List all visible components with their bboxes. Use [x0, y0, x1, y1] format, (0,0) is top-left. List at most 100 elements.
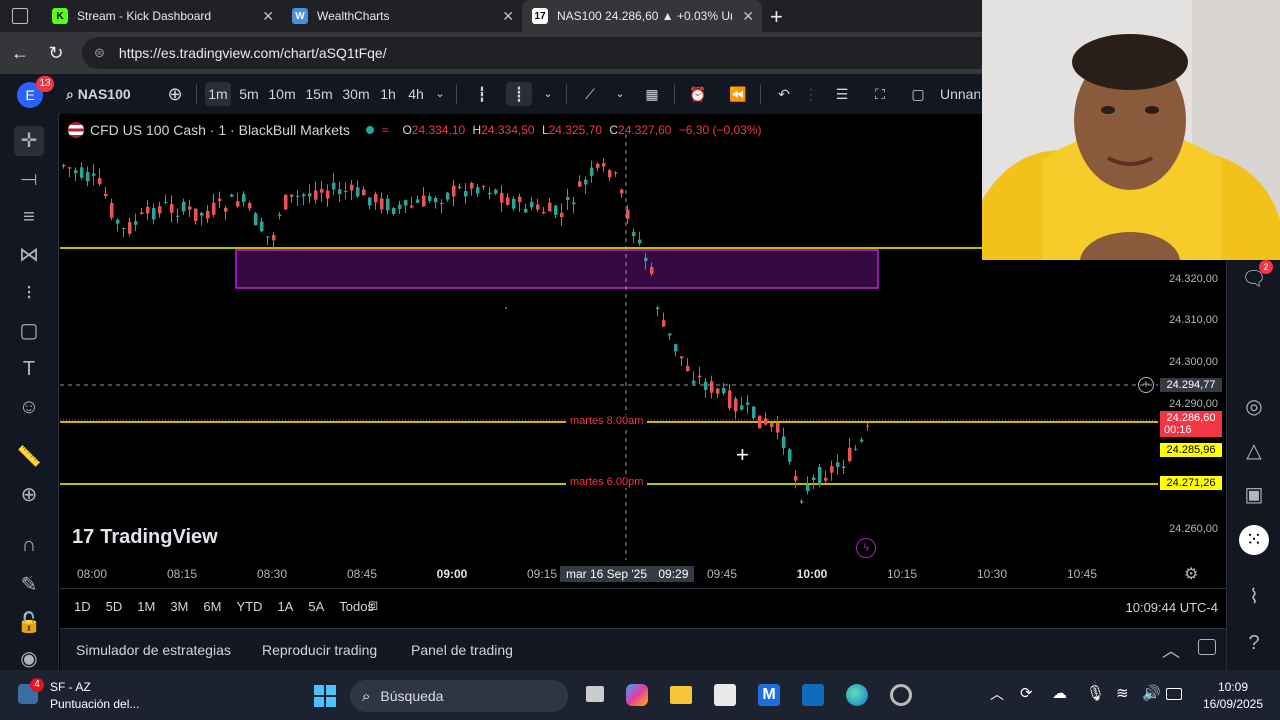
interval-1m[interactable]: 1m: [205, 82, 231, 106]
range-button-1d[interactable]: 1D: [74, 599, 91, 614]
indicators-icon[interactable]: ⟋: [578, 82, 602, 106]
fullscreen-icon[interactable]: ⛶: [868, 82, 892, 106]
ideas-icon[interactable]: △: [1239, 436, 1269, 466]
taskbar-search[interactable]: ⌕ Búsqueda: [350, 680, 568, 712]
interval-5m[interactable]: 5m: [236, 82, 262, 106]
wifi-icon[interactable]: ≋: [1116, 684, 1129, 702]
tab-strategy-tester[interactable]: Simulador de estrategias: [76, 642, 231, 658]
candle-body: [98, 178, 102, 184]
lock-drawing-icon[interactable]: ✎: [14, 570, 44, 600]
interval-dropdown-chevron-down-icon[interactable]: ⌄: [432, 82, 448, 106]
taskbar-date[interactable]: 16/09/2025: [1198, 697, 1268, 711]
drag-handle-icon[interactable]: ⋮: [804, 82, 818, 106]
ruler-icon[interactable]: 📏: [14, 442, 44, 472]
back-arrow-icon[interactable]: ←: [8, 41, 32, 65]
task-view-icon[interactable]: [586, 686, 604, 702]
sync-icon[interactable]: ⟳: [1020, 684, 1033, 702]
compare-symbol-button[interactable]: ⊕: [164, 82, 186, 106]
layout-square-icon[interactable]: ▢: [906, 82, 930, 106]
candle-body: [608, 170, 612, 178]
candles-style-icon[interactable]: ┋: [506, 82, 532, 106]
taskbar-time[interactable]: 10:09: [1198, 680, 1268, 694]
collapse-chevron-up-icon[interactable]: ︿: [1162, 637, 1180, 663]
fib-lines-icon[interactable]: ≡: [14, 202, 44, 232]
templates-grid-icon[interactable]: ▦: [640, 82, 664, 106]
target-icon[interactable]: ◎: [1239, 392, 1269, 422]
maximize-panel-icon[interactable]: [1198, 639, 1216, 655]
trend-line-icon[interactable]: ⟞: [14, 164, 44, 194]
layout-name[interactable]: Unnan: [940, 82, 980, 106]
volume-icon[interactable]: 🔊: [1142, 684, 1161, 702]
outlook-icon[interactable]: [802, 684, 824, 706]
site-info-icon[interactable]: ⊜: [94, 45, 105, 61]
browser-tab-tradingview[interactable]: 17 NAS100 24.286,60 ▲ +0.03% Unna ✕: [522, 0, 762, 32]
tab-trading-replay[interactable]: Reproducir trading: [262, 642, 377, 658]
projection-icon[interactable]: ⁝: [14, 278, 44, 308]
text-tool-icon[interactable]: T: [14, 354, 44, 384]
chart-type-chevron-down-icon[interactable]: ⌄: [540, 82, 556, 106]
undo-icon[interactable]: ↶: [772, 82, 796, 106]
shapes-icon[interactable]: ▢: [14, 316, 44, 346]
lock-icon[interactable]: 🔓: [14, 608, 44, 638]
app-blue-icon[interactable]: M: [758, 684, 780, 706]
battery-icon[interactable]: [1166, 688, 1182, 700]
url-field[interactable]: ⊜ https://es.tradingview.com/chart/aSQ1t…: [82, 37, 1082, 69]
search-icon: ⌕: [66, 86, 74, 102]
range-button-3m[interactable]: 3M: [170, 599, 188, 614]
replay-icon[interactable]: ⏪: [726, 82, 750, 106]
lightning-icon[interactable]: ϟ: [856, 538, 876, 558]
interval-4h[interactable]: 4h: [404, 82, 428, 106]
range-button-5a[interactable]: 5A: [308, 599, 324, 614]
range-button-5d[interactable]: 5D: [106, 599, 123, 614]
close-tab-icon[interactable]: ✕: [742, 8, 754, 25]
browser-tab-wealthcharts[interactable]: W WealthCharts ✕: [282, 0, 522, 32]
time-axis[interactable]: 08:00 08:15 08:30 08:45 09:00 09:15 09:45 10:00…: [60, 560, 1226, 588]
close-tab-icon[interactable]: ✕: [262, 8, 274, 25]
start-windows-icon[interactable]: [314, 685, 336, 707]
range-button-1a[interactable]: 1A: [277, 599, 293, 614]
pattern-icon[interactable]: ⋈: [14, 240, 44, 270]
edge-icon[interactable]: [846, 684, 868, 706]
hline-label-6pm[interactable]: martes 6.00pm: [566, 476, 648, 488]
add-alert-plus-icon[interactable]: +: [1138, 377, 1154, 393]
chevron-up-icon[interactable]: ︿: [990, 684, 1004, 704]
go-to-date-calendar-icon[interactable]: ⧈: [368, 597, 378, 615]
layout-icon[interactable]: ☰: [830, 82, 854, 106]
help-icon[interactable]: ?: [1239, 628, 1269, 658]
indicators-chevron-down-icon[interactable]: ⌄: [612, 82, 628, 106]
reload-icon[interactable]: ↻: [44, 41, 68, 65]
symbol-search-button[interactable]: ⌕ NAS100: [66, 82, 146, 106]
browser-window-icon[interactable]: [12, 8, 28, 24]
range-button-1m[interactable]: 1M: [137, 599, 155, 614]
microphone-icon[interactable]: 🎙: [1086, 684, 1105, 702]
alert-icon[interactable]: ⏰: [686, 82, 710, 106]
tab-trading-panel[interactable]: Panel de trading: [411, 642, 513, 658]
emoji-icon[interactable]: ☺: [14, 392, 44, 422]
candle-body: [746, 402, 750, 405]
range-button-ytd[interactable]: YTD: [236, 599, 262, 614]
file-explorer-icon[interactable]: [670, 686, 692, 704]
chrome-icon[interactable]: [890, 684, 912, 706]
interval-1h[interactable]: 1h: [376, 82, 400, 106]
range-button-6m[interactable]: 6M: [203, 599, 221, 614]
store-icon[interactable]: [714, 684, 736, 706]
crosshair-icon[interactable]: ✛: [14, 126, 44, 156]
magnet-icon[interactable]: ∩: [14, 530, 44, 560]
hline-label-8am[interactable]: martes 8.00am: [566, 415, 648, 427]
interval-10m[interactable]: 10m: [266, 82, 298, 106]
interval-15m[interactable]: 15m: [303, 82, 335, 106]
zoom-in-icon[interactable]: ⊕: [14, 480, 44, 510]
bar-style-icon[interactable]: ┇: [470, 82, 494, 106]
calendar-icon[interactable]: ▣: [1239, 480, 1269, 510]
interval-30m[interactable]: 30m: [340, 82, 372, 106]
time-axis-settings-gear-icon[interactable]: ⚙: [1184, 564, 1198, 584]
close-tab-icon[interactable]: ✕: [502, 8, 514, 25]
cloud-icon[interactable]: ☁: [1052, 684, 1067, 702]
copilot-icon[interactable]: [626, 684, 648, 706]
new-tab-icon[interactable]: +: [770, 4, 783, 30]
apps-grid-icon[interactable]: ⁙: [1239, 525, 1269, 555]
browser-tab-kick[interactable]: K Stream - Kick Dashboard ✕: [42, 0, 282, 32]
signal-icon[interactable]: ⌇: [1239, 582, 1269, 612]
legend-title[interactable]: CFD US 100 Cash · 1 · BlackBull Markets: [90, 122, 350, 138]
clock[interactable]: 10:09:44 UTC-4: [1126, 600, 1219, 615]
